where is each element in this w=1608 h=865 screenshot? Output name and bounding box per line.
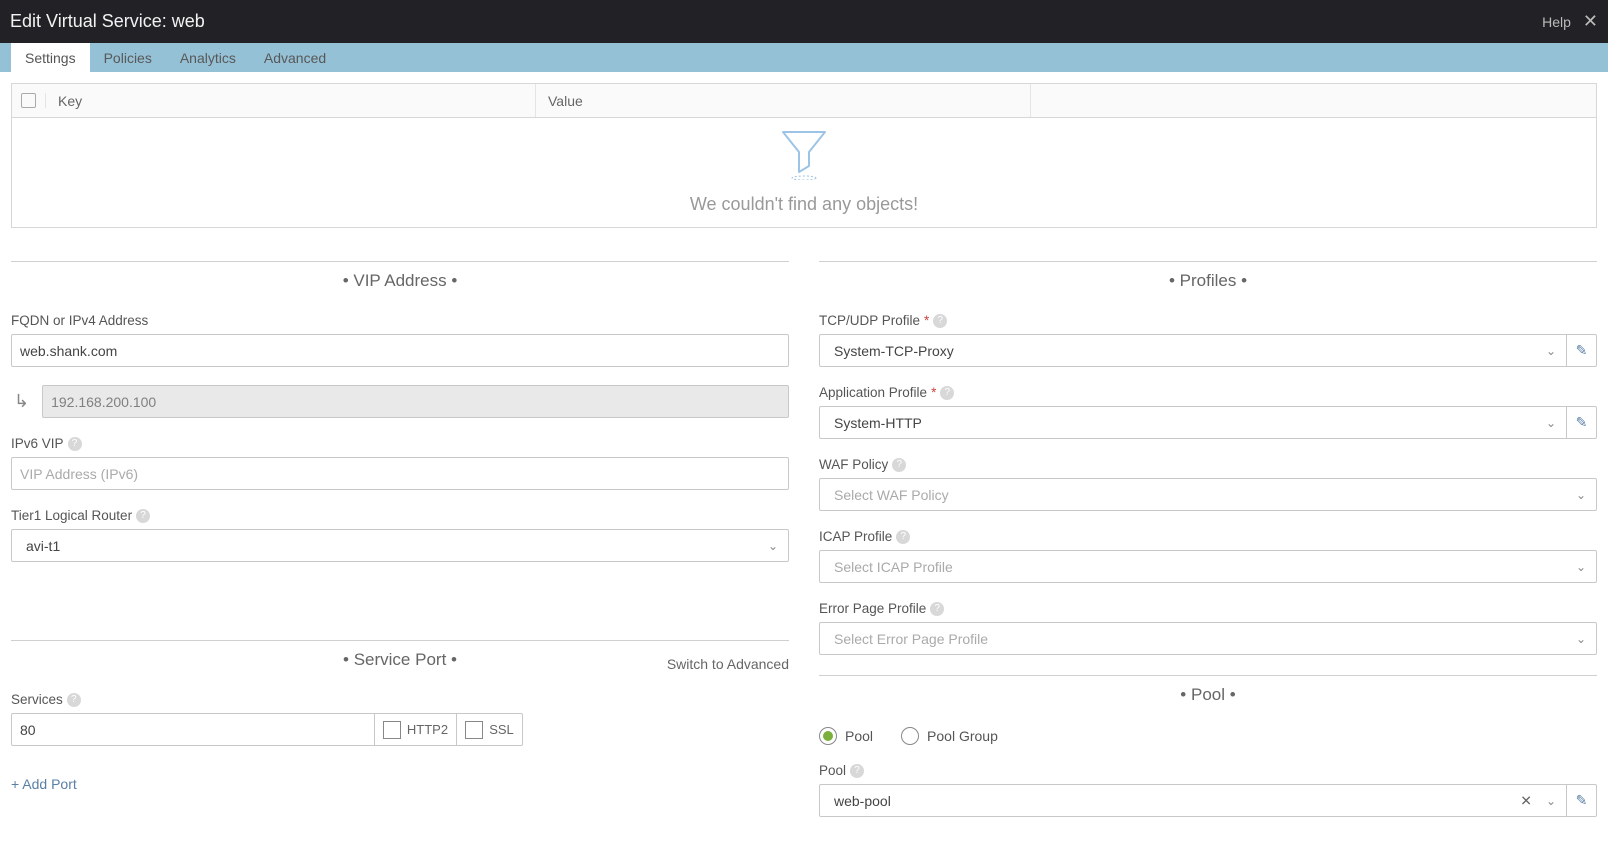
chevron-down-icon: ⌄ (1546, 416, 1556, 430)
chevron-down-icon: ⌄ (1576, 560, 1586, 574)
section-pool: • Pool • (819, 675, 1597, 705)
help-icon[interactable]: ? (68, 437, 82, 451)
label-tier1: Tier1 Logical Router ? (11, 508, 789, 523)
ipv6-input[interactable] (11, 457, 789, 490)
label-tcpudp: TCP/UDP Profile* ? (819, 313, 1597, 328)
radio-pool[interactable]: Pool (819, 727, 873, 745)
pencil-icon: ✎ (1576, 414, 1588, 431)
tab-advanced[interactable]: Advanced (250, 43, 340, 72)
app-profile-select[interactable]: System-HTTP⌄ (819, 406, 1567, 439)
tcpudp-select[interactable]: System-TCP-Proxy⌄ (819, 334, 1567, 367)
tab-analytics[interactable]: Analytics (166, 43, 250, 72)
edit-pool-button[interactable]: ✎ (1567, 784, 1597, 817)
label-error-page: Error Page Profile ? (819, 601, 1597, 616)
help-icon[interactable]: ? (136, 509, 150, 523)
help-icon[interactable]: ? (930, 602, 944, 616)
label-waf: WAF Policy ? (819, 457, 1597, 472)
tier1-select[interactable]: avi-t1 ⌄ (11, 529, 789, 562)
empty-message: We couldn't find any objects! (690, 194, 918, 215)
chevron-down-icon: ⌄ (1546, 794, 1556, 808)
ip-input[interactable] (42, 385, 789, 418)
error-page-select[interactable]: Select Error Page Profile⌄ (819, 622, 1597, 655)
service-port-input[interactable] (11, 713, 375, 746)
label-fqdn: FQDN or IPv4 Address (11, 313, 789, 328)
ssl-checkbox[interactable]: SSL (457, 713, 523, 746)
pool-select[interactable]: web-pool ✕ ⌄ (819, 784, 1567, 817)
column-key: Key (46, 84, 536, 117)
edit-app-profile-button[interactable]: ✎ (1567, 406, 1597, 439)
tab-settings[interactable]: Settings (11, 43, 90, 72)
clear-icon[interactable]: ✕ (1520, 792, 1532, 809)
kv-table-header: Key Value (11, 83, 1597, 118)
help-icon[interactable]: ? (850, 764, 864, 778)
chevron-down-icon: ⌄ (768, 539, 778, 553)
radio-pool-group[interactable]: Pool Group (901, 727, 998, 745)
chevron-down-icon: ⌄ (1576, 632, 1586, 646)
label-services: Services ? (11, 692, 789, 707)
help-icon[interactable]: ? (896, 530, 910, 544)
tab-policies[interactable]: Policies (90, 43, 166, 72)
modal-header: Edit Virtual Service: web Help ✕ (0, 0, 1608, 43)
close-icon[interactable]: ✕ (1583, 11, 1598, 32)
label-pool: Pool ? (819, 763, 1597, 778)
column-value: Value (536, 84, 1031, 117)
help-icon[interactable]: ? (67, 693, 81, 707)
help-link[interactable]: Help (1542, 14, 1571, 30)
pencil-icon: ✎ (1576, 792, 1588, 809)
tab-bar: Settings Policies Analytics Advanced (0, 43, 1608, 72)
help-icon[interactable]: ? (933, 314, 947, 328)
empty-state: We couldn't find any objects! (11, 118, 1597, 228)
section-profiles: • Profiles • (819, 261, 1597, 291)
modal-title: Edit Virtual Service: web (10, 11, 205, 32)
select-all-checkbox[interactable] (12, 93, 46, 108)
label-app-profile: Application Profile* ? (819, 385, 1597, 400)
add-port-link[interactable]: + Add Port (11, 776, 77, 792)
help-icon[interactable]: ? (892, 458, 906, 472)
funnel-icon (781, 130, 827, 180)
pencil-icon: ✎ (1576, 342, 1588, 359)
section-vip-address: • VIP Address • (11, 261, 789, 291)
icap-profile-select[interactable]: Select ICAP Profile⌄ (819, 550, 1597, 583)
switch-to-advanced-link[interactable]: Switch to Advanced (667, 656, 789, 672)
fqdn-input[interactable] (11, 334, 789, 367)
label-ipv6: IPv6 VIP ? (11, 436, 789, 451)
http2-checkbox[interactable]: HTTP2 (375, 713, 457, 746)
chevron-down-icon: ⌄ (1576, 488, 1586, 502)
help-icon[interactable]: ? (940, 386, 954, 400)
waf-policy-select[interactable]: Select WAF Policy⌄ (819, 478, 1597, 511)
label-icap: ICAP Profile ? (819, 529, 1597, 544)
sub-arrow-icon: ↳ (11, 391, 32, 412)
chevron-down-icon: ⌄ (1546, 344, 1556, 358)
edit-tcpudp-button[interactable]: ✎ (1567, 334, 1597, 367)
